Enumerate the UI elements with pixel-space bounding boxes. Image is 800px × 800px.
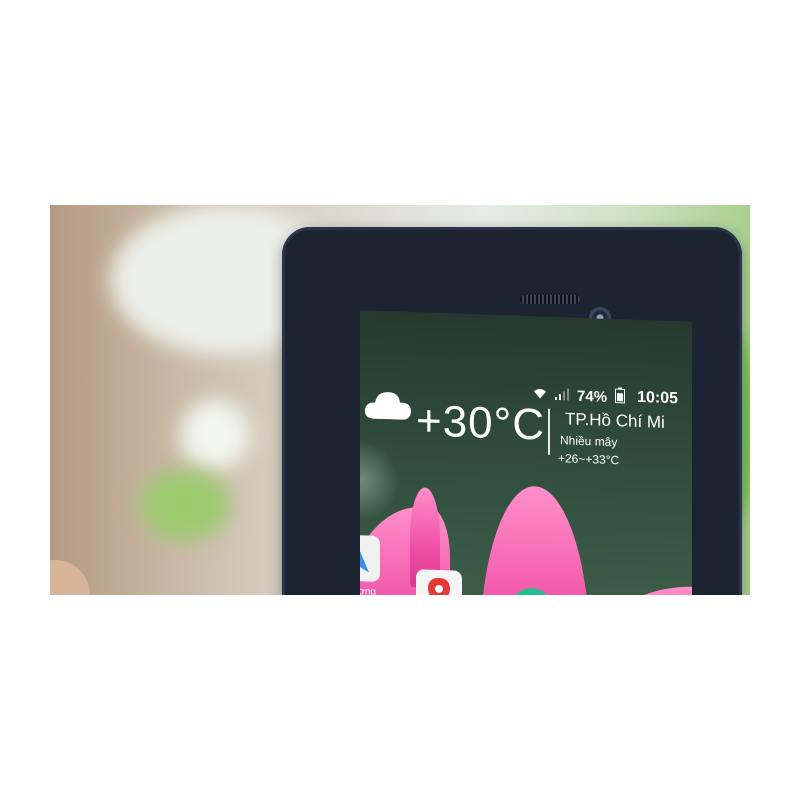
weather-widget[interactable]: +30°C TP.Hồ Chí Mi Nhiều mây +26~+33°C (360, 310, 692, 467)
weather-range: +26~+33°C (558, 451, 620, 468)
status-bar: 74% 10:05 (533, 384, 678, 409)
bokeh-flower-left (180, 400, 250, 470)
bokeh-leaf-left (140, 470, 230, 540)
battery-percent: 74% (577, 387, 608, 406)
wallpaper-petal-right (590, 583, 692, 595)
navigation-app-label: hương (360, 585, 376, 595)
cloud-icon (364, 386, 412, 427)
weather-divider (548, 408, 550, 455)
signal-icon (555, 387, 570, 404)
wallpaper-glow (360, 438, 400, 522)
photo-frame: 74% 10:05 +30°C TP.Hồ Chí Mi Nhiều mây +… (50, 205, 750, 595)
earpiece-speaker (520, 295, 580, 304)
smartphone: 74% 10:05 +30°C TP.Hồ Chí Mi Nhiều mây +… (282, 227, 742, 595)
wallpaper-petal-center (480, 484, 590, 595)
hand-thumb (50, 560, 90, 595)
clock: 10:05 (637, 388, 678, 408)
weather-city: TP.Hồ Chí Mi (565, 409, 665, 432)
maps-app-icon[interactable] (416, 569, 462, 595)
weather-condition: Nhiều mây (560, 433, 618, 450)
battery-icon (615, 387, 626, 407)
phone-screen[interactable]: 74% 10:05 +30°C TP.Hồ Chí Mi Nhiều mây +… (360, 310, 692, 595)
weather-temperature: +30°C (416, 396, 546, 450)
navigation-app-icon[interactable] (360, 534, 380, 582)
